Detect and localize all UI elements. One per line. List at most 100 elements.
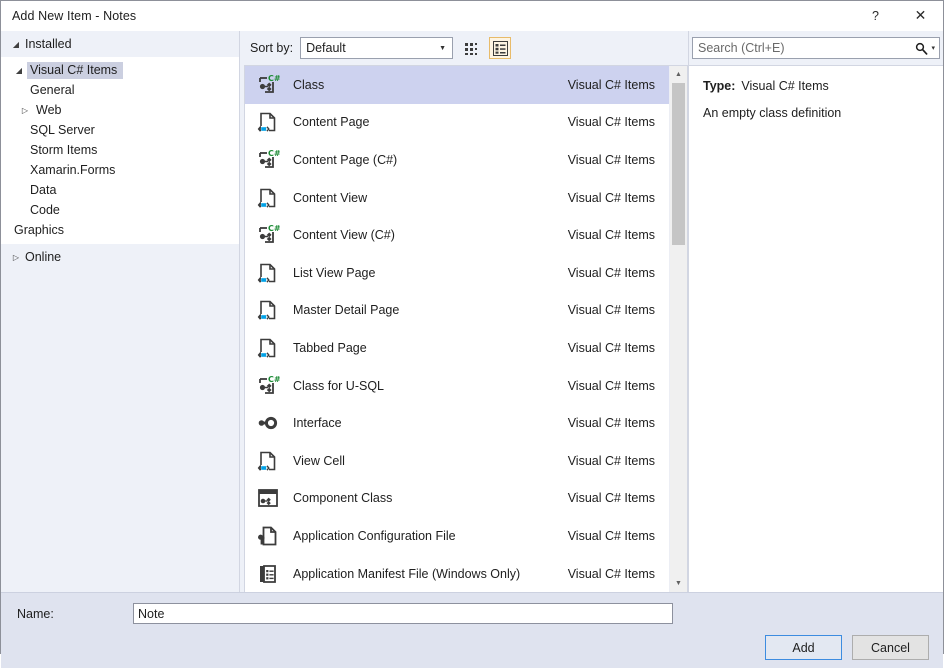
sidebar-item-storm-items[interactable]: Storm Items [1, 140, 239, 160]
scroll-up-button[interactable]: ▲ [670, 66, 687, 83]
config-file-icon [251, 524, 285, 548]
group-label-online: Online [25, 250, 61, 264]
table-row[interactable]: Content View Visual C# Items [245, 179, 669, 217]
template-name: Component Class [285, 491, 568, 505]
group-header-installed[interactable]: ◢ Installed [1, 31, 239, 57]
sidebar-item-label: Graphics [11, 222, 70, 239]
scrollbar-thumb[interactable] [672, 83, 685, 245]
sidebar-item-code[interactable]: Code [1, 200, 239, 220]
templates-list-container: C# Class Visual C# Items [244, 65, 688, 592]
template-name: Class for U-SQL [285, 379, 568, 393]
template-name: Content Page (C#) [285, 153, 568, 167]
sidebar-item-label: Code [27, 202, 66, 219]
table-row[interactable]: Interface Visual C# Items [245, 404, 669, 442]
table-row[interactable]: Tabbed Page Visual C# Items [245, 329, 669, 367]
scroll-down-button[interactable]: ▼ [670, 575, 687, 592]
list-view-button[interactable] [489, 37, 511, 59]
categories-pane: ◢ Installed ◢ Visual C# Items General ▷ … [1, 31, 240, 592]
interface-icon [251, 411, 285, 435]
title-bar: Add New Item - Notes ? ✕ [1, 1, 943, 31]
table-row[interactable]: Application Configuration File Visual C#… [245, 517, 669, 555]
templates-toolbar: Sort by: Default ▼ [240, 31, 688, 65]
sidebar-item-general[interactable]: General [1, 80, 239, 100]
table-row[interactable]: C# Content View (C#) Visual C# Items [245, 216, 669, 254]
detail-description: An empty class definition [703, 106, 929, 120]
table-row[interactable]: Application Manifest File (Windows Only)… [245, 555, 669, 593]
sidebar-item-data[interactable]: Data [1, 180, 239, 200]
template-name: Interface [285, 416, 568, 430]
grid-icon [464, 41, 479, 56]
scrollbar-track[interactable] [670, 83, 687, 575]
sidebar-item-label: SQL Server [27, 122, 101, 139]
cancel-button[interactable]: Cancel [852, 635, 929, 660]
template-name: Application Manifest File (Windows Only) [285, 567, 568, 581]
table-row[interactable]: C# Class for U-SQL Visual C# Items [245, 367, 669, 405]
name-label: Name: [17, 607, 133, 621]
template-details: Type:Visual C# Items An empty class defi… [689, 65, 943, 592]
close-button[interactable]: ✕ [898, 1, 943, 31]
table-row[interactable]: Content Page Visual C# Items [245, 104, 669, 142]
table-row[interactable]: Component Class Visual C# Items [245, 480, 669, 518]
svg-text:C#: C# [268, 375, 280, 384]
help-button[interactable]: ? [853, 1, 898, 31]
csharp-class-icon: C# [251, 374, 285, 398]
sidebar-item-xamarin-forms[interactable]: Xamarin.Forms [1, 160, 239, 180]
template-origin: Visual C# Items [568, 266, 669, 280]
template-origin: Visual C# Items [568, 379, 669, 393]
svg-text:C#: C# [268, 224, 280, 233]
name-input[interactable] [133, 603, 673, 624]
sort-by-label: Sort by: [250, 41, 293, 55]
detail-type-label: Type: [703, 79, 735, 93]
template-name: Master Detail Page [285, 303, 568, 317]
sidebar-item-label: Visual C# Items [27, 62, 123, 79]
sidebar-item-label: Web [33, 102, 67, 119]
search-input[interactable] [693, 37, 939, 59]
sidebar-item-web[interactable]: ▷ Web [1, 100, 239, 120]
template-origin: Visual C# Items [568, 567, 669, 581]
title-bar-buttons: ? ✕ [853, 1, 943, 31]
sidebar-item-visual-csharp-items[interactable]: ◢ Visual C# Items [1, 60, 239, 80]
template-origin: Visual C# Items [568, 153, 669, 167]
svg-text:C#: C# [268, 149, 280, 158]
search-icon[interactable] [915, 42, 928, 55]
xaml-page-icon [251, 110, 285, 134]
component-class-icon [251, 486, 285, 510]
dialog-body: ◢ Installed ◢ Visual C# Items General ▷ … [1, 31, 943, 592]
table-row[interactable]: C# Class Visual C# Items [245, 66, 669, 104]
template-origin: Visual C# Items [568, 303, 669, 317]
template-name: Class [285, 78, 568, 92]
tiles-view-button[interactable] [460, 37, 482, 59]
sidebar-item-sql-server[interactable]: SQL Server [1, 120, 239, 140]
template-origin: Visual C# Items [568, 78, 669, 92]
xaml-page-icon [251, 298, 285, 322]
group-label-installed: Installed [25, 37, 72, 51]
chevron-down-icon[interactable]: ▾ [931, 44, 935, 52]
footer-buttons: Add Cancel [765, 635, 929, 660]
svg-text:C#: C# [268, 74, 280, 83]
template-origin: Visual C# Items [568, 341, 669, 355]
table-row[interactable]: View Cell Visual C# Items [245, 442, 669, 480]
template-origin: Visual C# Items [568, 454, 669, 468]
sort-by-dropdown[interactable]: Default ▼ [300, 37, 453, 59]
search-box[interactable]: ▾ [692, 37, 940, 59]
template-origin: Visual C# Items [568, 191, 669, 205]
table-row[interactable]: C# Content Page (C#) Visual C# Items [245, 141, 669, 179]
table-row[interactable]: List View Page Visual C# Items [245, 254, 669, 292]
template-origin: Visual C# Items [568, 416, 669, 430]
template-origin: Visual C# Items [568, 115, 669, 129]
add-new-item-dialog: Add New Item - Notes ? ✕ ◢ Installed ◢ V… [0, 0, 944, 654]
table-row[interactable]: Master Detail Page Visual C# Items [245, 292, 669, 330]
list-icon [493, 41, 508, 56]
template-origin: Visual C# Items [568, 228, 669, 242]
sidebar-item-label: Xamarin.Forms [27, 162, 121, 179]
group-header-online[interactable]: ▷ Online [1, 244, 239, 270]
templates-pane: Sort by: Default ▼ [240, 31, 688, 592]
templates-scrollbar[interactable]: ▲ ▼ [669, 66, 687, 592]
dialog-footer: Name: Add Cancel [1, 592, 943, 668]
sidebar-item-graphics[interactable]: Graphics [1, 220, 239, 240]
chevron-down-icon: ▼ [439, 38, 446, 58]
add-button[interactable]: Add [765, 635, 842, 660]
search-icons: ▾ [915, 42, 935, 55]
sidebar-item-label: Data [27, 182, 62, 199]
templates-list: C# Class Visual C# Items [245, 66, 669, 592]
